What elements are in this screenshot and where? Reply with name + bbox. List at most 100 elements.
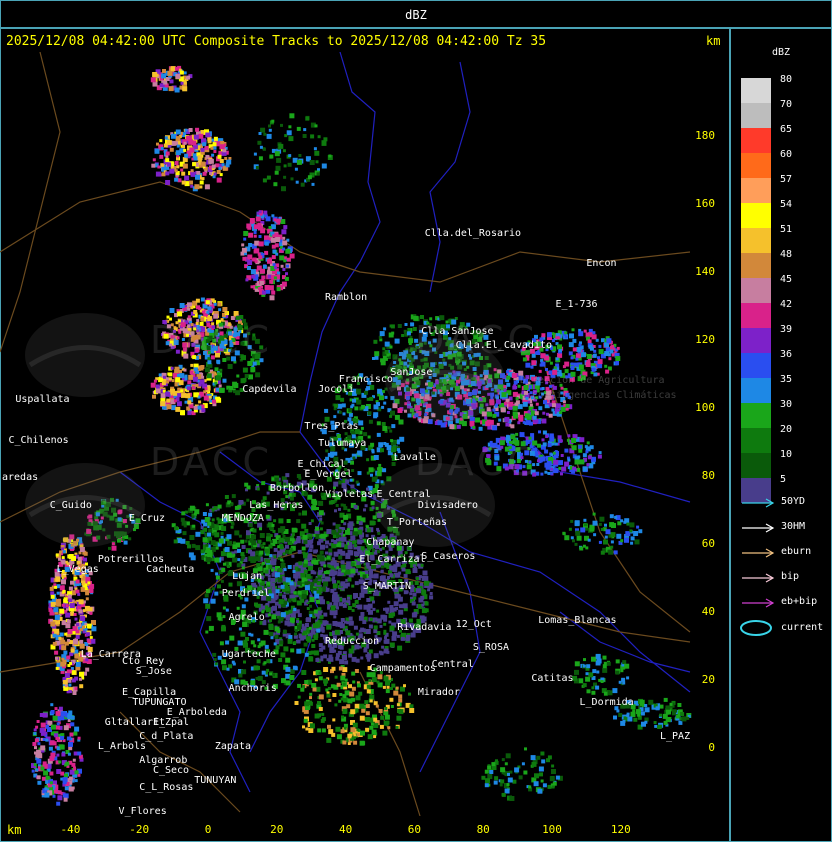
echo-cell: [584, 445, 588, 449]
echo-cell: [42, 761, 47, 766]
echo-cell: [283, 646, 289, 652]
echo-cell: [412, 592, 417, 597]
echo-cell: [246, 485, 251, 490]
echo-cell: [170, 66, 176, 72]
echo-cell: [373, 735, 377, 739]
echo-cell: [179, 70, 184, 75]
echo-cell: [224, 157, 228, 160]
echo-cell: [271, 290, 275, 294]
echo-cell: [593, 353, 597, 357]
echo-cell: [518, 416, 524, 422]
echo-cell: [54, 733, 59, 738]
echo-cell: [42, 738, 46, 741]
echo-cell: [302, 534, 308, 540]
echo-cell: [268, 285, 274, 291]
echo-cell: [597, 454, 602, 459]
echo-cell: [542, 411, 546, 415]
echo-cell: [383, 629, 387, 633]
echo-cell: [53, 607, 59, 613]
echo-cell: [175, 406, 181, 412]
echo-cell: [358, 420, 364, 426]
echo-cell: [544, 470, 548, 474]
echo-cell: [400, 636, 405, 641]
echo-cell: [64, 773, 68, 778]
echo-cell: [357, 529, 363, 535]
echo-cell: [391, 635, 397, 641]
echo-cell: [206, 310, 210, 314]
echo-cell: [80, 616, 86, 622]
echo-cell: [199, 185, 203, 189]
echo-cell: [309, 700, 312, 704]
echo-cell: [56, 659, 60, 663]
echo-cell: [214, 367, 219, 372]
echo-cell: [39, 727, 45, 733]
echo-cell: [39, 713, 44, 717]
echo-cell: [333, 615, 337, 619]
echo-cell: [218, 166, 222, 170]
echo-cell: [311, 644, 316, 648]
echo-cell: [351, 671, 356, 676]
echo-cell: [190, 184, 194, 188]
echo-cell: [274, 601, 279, 606]
echo-cell: [515, 432, 519, 436]
echo-cell: [550, 453, 554, 457]
echo-cell: [552, 403, 556, 408]
echo-cell: [293, 591, 297, 595]
echo-cell: [534, 411, 539, 416]
echo-cell: [265, 216, 271, 222]
echo-cell: [191, 386, 195, 390]
echo-cell: [336, 566, 340, 570]
echo-cell: [548, 370, 553, 375]
echo-cell: [304, 652, 309, 657]
echo-cell: [366, 607, 371, 612]
echo-cell: [547, 443, 552, 448]
echo-cell: [323, 667, 329, 672]
echo-cell: [268, 226, 272, 229]
echo-cell: [218, 384, 222, 388]
echo-cell: [574, 459, 580, 465]
echo-cell: [558, 466, 562, 470]
echo-cell: [325, 540, 329, 545]
echo-cell: [272, 249, 277, 254]
echo-cell: [215, 572, 219, 576]
echo-cell: [187, 411, 192, 416]
echo-cell: [166, 398, 171, 403]
echo-cell: [288, 635, 293, 639]
echo-cell: [182, 86, 188, 92]
echo-cell: [554, 442, 558, 446]
echo-cell: [250, 285, 254, 289]
echo-cell: [67, 678, 72, 683]
echo-cell: [193, 405, 198, 410]
echo-cell: [354, 406, 359, 411]
echo-cell: [352, 680, 356, 684]
echo-cell: [415, 577, 419, 580]
echo-cell: [363, 432, 368, 437]
echo-cell: [333, 649, 337, 653]
echo-cell: [330, 588, 335, 593]
echo-cell: [74, 687, 78, 691]
echo-cell: [263, 629, 269, 635]
echo-cell: [546, 412, 549, 416]
echo-cell: [302, 510, 307, 516]
echo-cell: [276, 287, 281, 292]
echo-cell: [530, 365, 534, 369]
echo-cell: [300, 636, 305, 641]
echo-cell: [575, 353, 581, 359]
echo-cell: [193, 134, 199, 140]
echo-cell: [348, 412, 353, 417]
echo-cell: [61, 752, 66, 757]
echo-cell: [170, 388, 175, 394]
echo-cell: [309, 597, 315, 603]
echo-cell: [192, 162, 197, 167]
echo-cell: [530, 410, 535, 415]
echo-cell: [219, 144, 225, 150]
echo-cell: [578, 445, 583, 450]
echo-cell: [205, 300, 210, 305]
echo-cell: [201, 408, 206, 413]
echo-cell: [151, 163, 156, 168]
echo-cell: [154, 148, 160, 154]
echo-cell: [68, 776, 73, 781]
echo-cell: [275, 237, 281, 242]
echo-cell: [251, 274, 256, 279]
echo-cell: [280, 264, 284, 268]
